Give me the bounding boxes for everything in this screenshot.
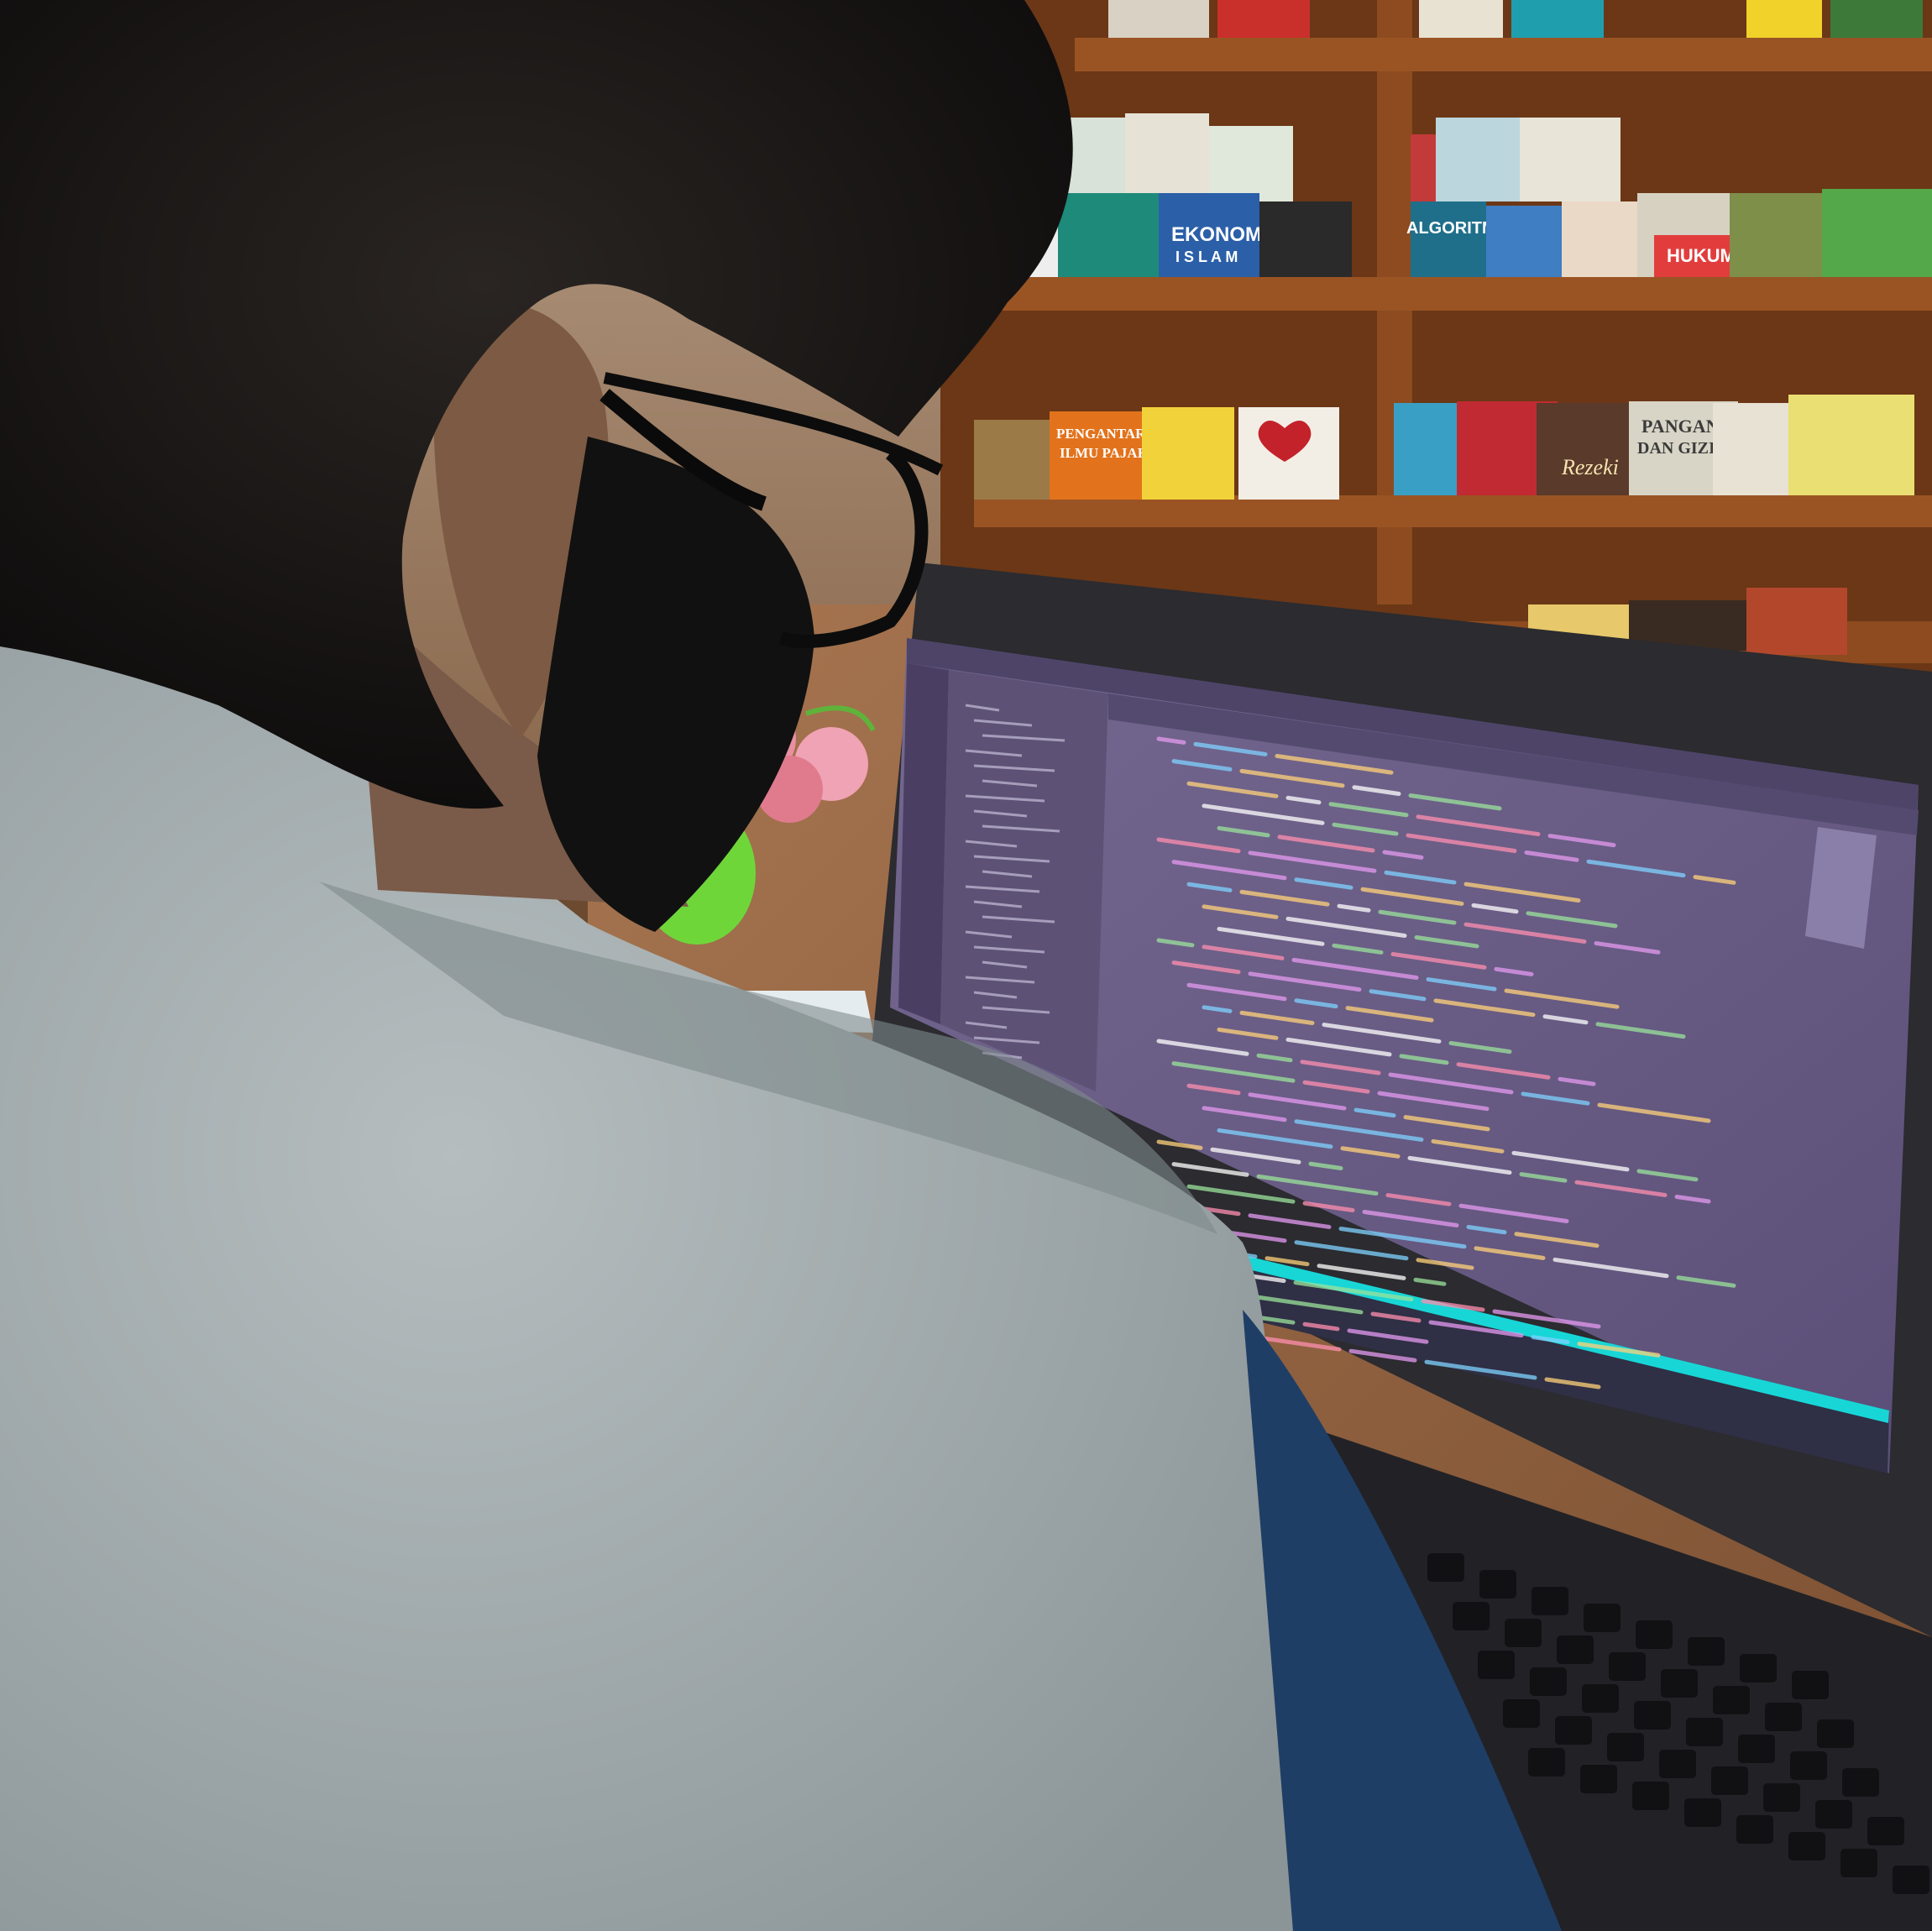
book-cover [1209,126,1293,201]
keyboard-key [1763,1783,1800,1812]
keyboard-key [1555,1716,1592,1745]
book-cover [1259,201,1352,277]
shelf-frame [940,0,1932,672]
keyboard-key [1790,1751,1827,1780]
shelf-board [974,277,1932,311]
keyboard-key [1453,1602,1490,1630]
book-title: EKONOMI [1171,223,1268,246]
keyboard-key [1479,1570,1516,1599]
book-cover [1411,201,1486,277]
shelf-board [974,495,1932,527]
shelf-board [1075,38,1932,71]
keyboard-key [1607,1733,1644,1761]
book-title: HUKUM [1667,245,1736,266]
book-cover [1511,0,1604,38]
keyboard-key [1740,1654,1777,1682]
book-cover [1217,0,1310,38]
keyboard-key [1817,1719,1854,1748]
book-title: PANGAN [1641,416,1720,437]
book-cover [1788,395,1914,495]
keyboard-key [1893,1866,1929,1894]
keyboard-key [1557,1635,1594,1664]
keyboard-key [1505,1619,1542,1647]
keyboard-key [1503,1699,1540,1728]
keyboard-key [1661,1669,1698,1698]
keyboard-key [1609,1652,1646,1681]
book-title: I S L A M [1175,249,1238,265]
book-title: DAN GIZI [1637,439,1715,458]
book-title: PENGANTAR [1056,426,1146,442]
keyboard-key [1867,1817,1904,1845]
keyboard-key [1582,1684,1619,1713]
keyboard-key [1632,1782,1669,1810]
bookshelf: EKONOMI I S L A M ALGORITMA HUKUM PENGAN… [940,0,1932,672]
keyboard-key [1636,1620,1673,1649]
keyboard-key [1580,1765,1617,1793]
keyboard-key [1713,1686,1750,1714]
book-title: ILMU PAJAK [1060,445,1149,461]
book-cover [1746,0,1822,38]
keyboard-key [1815,1800,1852,1829]
book-cover [1419,0,1503,38]
editor-minimap [1805,827,1877,949]
keyboard-key [1531,1587,1568,1615]
book-cover [1108,0,1209,38]
book-title: Rezeki [1561,455,1619,479]
keyboard-key [1840,1849,1877,1877]
keyboard-key [1738,1735,1775,1763]
keyboard-key [1736,1815,1773,1844]
keyboard-key [1684,1798,1721,1827]
photo-scene: EKONOMI I S L A M ALGORITMA HUKUM PENGAN… [0,0,1932,1931]
keyboard-key [1792,1671,1829,1699]
book-cover [974,420,1058,500]
keyboard-key [1765,1703,1802,1731]
book-cover [1142,407,1234,500]
keyboard-key [1634,1701,1671,1730]
keyboard-key [1659,1750,1696,1778]
editor-sidebar [940,670,1108,1091]
keyboard-key [1842,1768,1879,1797]
keyboard-key [1788,1832,1825,1860]
keyboard-key [1584,1604,1620,1632]
keyboard-key [1530,1667,1567,1696]
keyboard-key [1711,1766,1748,1795]
keyboard-key [1688,1637,1725,1666]
book-cover [1058,193,1171,277]
editor-activity-bar [898,663,949,1024]
book-cover [1746,588,1847,655]
book-cover [1520,118,1620,201]
book-cover [1822,189,1932,277]
book-cover [1125,113,1209,197]
keyboard-key [1528,1748,1565,1777]
book-cover [1830,0,1923,38]
keyboard-key [1427,1553,1464,1582]
keyboard-key [1478,1651,1515,1679]
keyboard-key [1686,1718,1723,1746]
